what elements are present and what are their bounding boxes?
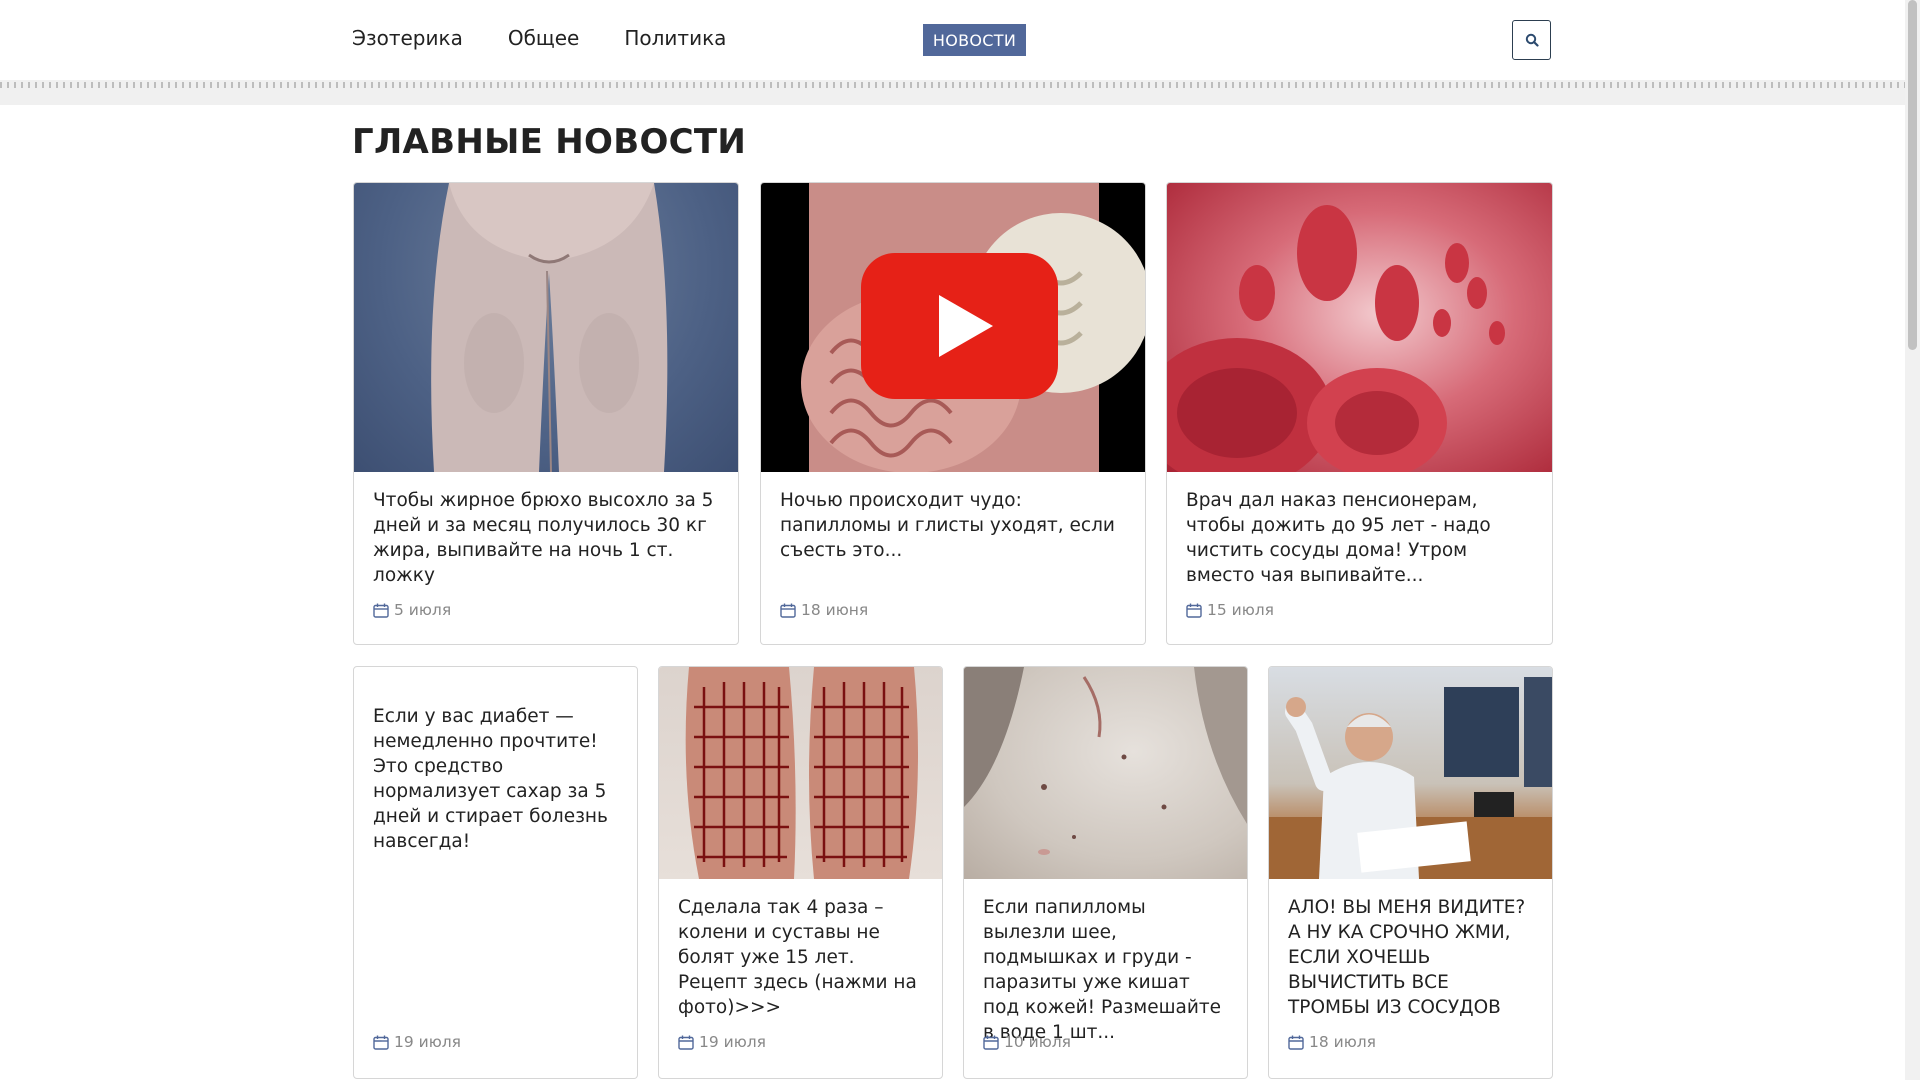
card-date: 18 июля xyxy=(1288,1033,1376,1051)
video-thumbnail xyxy=(801,183,1145,472)
calendar-icon xyxy=(780,603,796,618)
card-title[interactable]: Чтобы жирное брюхо высохло за 5 дней и з… xyxy=(373,488,722,588)
page-scrollbar[interactable] xyxy=(1905,0,1920,1080)
card-image-legs[interactable] xyxy=(354,183,738,472)
nav-item-esoterica[interactable]: Эзотерика xyxy=(352,26,463,50)
card-image-video[interactable] xyxy=(761,183,1145,472)
card-title[interactable]: Сделала так 4 раза – колени и суставы не… xyxy=(678,895,926,1020)
card-date: 15 июля xyxy=(1186,601,1274,619)
card-title[interactable]: Если у вас диабет — немедленно прочтите!… xyxy=(373,704,621,854)
skin-photo xyxy=(964,667,1247,855)
card-title[interactable]: АЛО! ВЫ МЕНЯ ВИДИТЕ? А НУ КА СРОЧНО ЖМИ,… xyxy=(1288,895,1536,1020)
news-card[interactable]: АЛО! ВЫ МЕНЯ ВИДИТЕ? А НУ КА СРОЧНО ЖМИ,… xyxy=(1268,666,1553,1079)
news-card[interactable]: Ночью происходит чудо: папилломы и глист… xyxy=(760,182,1146,645)
header-dashed-divider xyxy=(0,82,1905,88)
card-title[interactable]: Если папилломы вылезли шее, подмышках и … xyxy=(983,895,1231,1045)
calendar-icon xyxy=(373,603,389,618)
card-title[interactable]: Врач дал наказ пенсионерам, чтобы дожить… xyxy=(1186,488,1536,588)
section-title: ГЛАВНЫЕ НОВОСТИ xyxy=(352,122,747,162)
doctor-photo xyxy=(1269,677,1552,879)
search-button[interactable] xyxy=(1512,20,1551,60)
card-title[interactable]: Ночью происходит чудо: папилломы и глист… xyxy=(780,488,1129,563)
calendar-icon xyxy=(983,1035,999,1050)
news-card[interactable]: Если у вас диабет — немедленно прочтите!… xyxy=(353,666,638,1079)
scrollbar-thumb[interactable] xyxy=(1908,0,1917,350)
news-card[interactable]: Сделала так 4 раза – колени и суставы не… xyxy=(658,666,943,1079)
card-date-text: 18 июля xyxy=(1309,1033,1377,1051)
calendar-icon xyxy=(373,1035,389,1050)
card-image-skin[interactable] xyxy=(964,667,1247,879)
card-date-text: 15 июля xyxy=(1207,601,1275,619)
card-date-text: 10 июля xyxy=(1004,1033,1072,1051)
card-date: 5 июля xyxy=(373,601,451,619)
card-date: 19 июля xyxy=(373,1033,461,1051)
card-date-text: 5 июля xyxy=(394,601,452,619)
card-date: 10 июля xyxy=(983,1033,1071,1051)
card-date: 18 июня xyxy=(780,601,868,619)
news-card[interactable]: Если папилломы вылезли шее, подмышках и … xyxy=(963,666,1248,1079)
knees-grid-photo xyxy=(685,667,918,879)
card-image-knees[interactable] xyxy=(659,667,942,879)
search-icon xyxy=(1525,33,1539,47)
news-card[interactable]: Врач дал наказ пенсионерам, чтобы дожить… xyxy=(1166,182,1553,645)
card-date-text: 19 июля xyxy=(699,1033,767,1051)
card-date-text: 19 июля xyxy=(394,1033,462,1051)
legs-photo xyxy=(431,183,668,472)
calendar-icon xyxy=(1186,603,1202,618)
calendar-icon xyxy=(678,1035,694,1050)
card-date-text: 18 июня xyxy=(801,601,869,619)
nav-item-politics[interactable]: Политика xyxy=(624,26,726,50)
nav-item-general[interactable]: Общее xyxy=(508,26,580,50)
blood-cells-photo xyxy=(1167,205,1505,472)
card-image-doctor[interactable] xyxy=(1269,667,1552,879)
card-date: 19 июля xyxy=(678,1033,766,1051)
news-card[interactable]: Чтобы жирное брюхо высохло за 5 дней и з… xyxy=(353,182,739,645)
calendar-icon xyxy=(1288,1035,1304,1050)
main-nav: Эзотерика Общее Политика xyxy=(352,26,726,50)
card-image-blood[interactable] xyxy=(1167,183,1552,472)
news-badge[interactable]: НОВОСТИ xyxy=(923,24,1026,56)
